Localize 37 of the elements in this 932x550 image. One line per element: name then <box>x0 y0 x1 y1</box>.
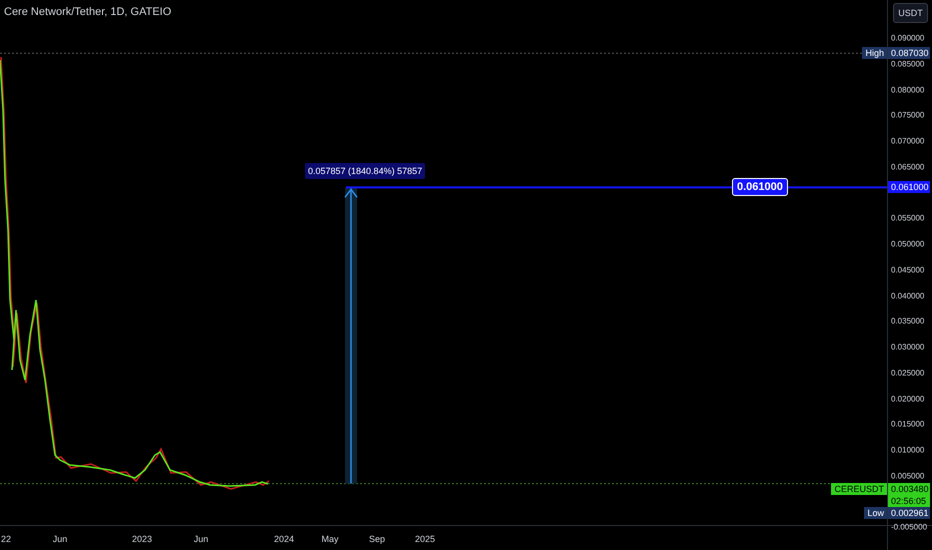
price-tick-label: 0.040000 <box>891 291 924 300</box>
price-line-axis-label: 0.061000 <box>888 181 930 194</box>
price-tick-label: 0.050000 <box>891 240 924 248</box>
price-tick-label: 0.030000 <box>891 342 924 352</box>
price-tick-label: 0.070000 <box>891 136 924 146</box>
high-label: High <box>862 47 887 60</box>
symbol-label: CEREUSDT <box>831 482 887 495</box>
price-tick-label: 0.025000 <box>891 368 924 378</box>
price-tick-label: 0.075000 <box>891 110 924 120</box>
currency-button[interactable]: USDT <box>893 3 928 23</box>
price-tick-label: 0.065000 <box>891 162 924 172</box>
time-tick-label: 2025 <box>414 534 436 544</box>
measure-label: 0.057857 (1840.84%) 57857 <box>305 163 426 180</box>
price-line-label[interactable]: 0.061000 <box>732 178 788 196</box>
price-tick-label: 0.020000 <box>891 394 924 403</box>
time-tick-label: 22 <box>1 534 11 544</box>
time-tick-label: May <box>322 534 338 544</box>
price-tick-label: -0.005000 <box>891 522 928 532</box>
time-tick-label: Jun <box>194 534 208 544</box>
high-value-label: 0.087030 <box>888 47 930 60</box>
last-price-label: 0.003480 02:56:05 <box>888 482 930 507</box>
low-label: Low <box>864 506 887 519</box>
low-value-label: 0.002961 <box>888 506 930 519</box>
price-tick-label: 0.085000 <box>891 59 924 68</box>
time-tick-label: 2023 <box>132 534 152 544</box>
time-tick-label: Sep <box>369 534 385 544</box>
time-tick-label: Jun <box>52 534 68 544</box>
price-tick-label: 0.090000 <box>891 34 924 42</box>
time-tick-label: 2024 <box>274 534 294 544</box>
price-tick-label: 0.035000 <box>891 316 924 326</box>
price-tick-label: 0.015000 <box>891 420 924 429</box>
chart-title: Cere Network/Tether, 1D, GATEIO <box>4 6 172 18</box>
price-tick-label: 0.055000 <box>891 214 924 223</box>
price-tick-label: 0.010000 <box>891 446 924 454</box>
price-tick-label: 0.045000 <box>891 265 924 274</box>
price-tick-label: 0.080000 <box>891 85 924 94</box>
price-tick-label: 0.005000 <box>891 471 924 480</box>
